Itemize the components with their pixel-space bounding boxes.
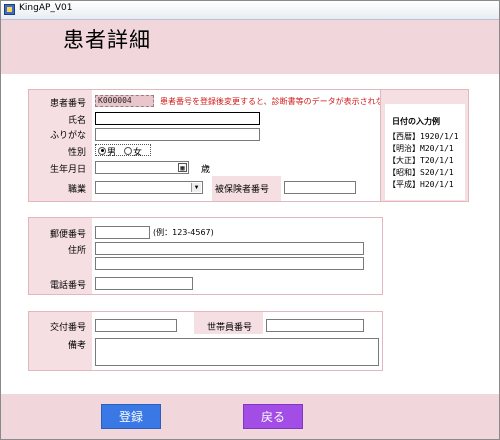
insured-number-input[interactable]: [284, 181, 356, 194]
chevron-down-icon[interactable]: ▼: [191, 183, 201, 192]
zip-input[interactable]: [95, 226, 150, 239]
phone-label: 電話番号: [49, 281, 86, 291]
main-content: 患者番号 K000004 患者番号を登録後変更すると、診断書等のデータが表示され…: [1, 74, 499, 394]
calendar-icon[interactable]: ▦: [178, 163, 187, 172]
notes-textarea[interactable]: [95, 338, 379, 366]
footer-bar: 登録 戻る: [1, 394, 499, 439]
page-header: 患者詳細: [1, 20, 499, 74]
address-panel: 郵便番号 (例：123-4567) 住所 電話番号: [28, 217, 383, 295]
title-bar: KingAP_V01: [1, 1, 499, 20]
birthdate-input[interactable]: ▦: [95, 161, 189, 174]
occupation-label: 職業: [67, 185, 86, 195]
gender-female-label: 女: [133, 148, 143, 158]
gender-label: 性別: [67, 148, 86, 158]
date-hint-box: 日付の入力例 【西暦】1920/1/1 【明治】M20/1/1 【大正】T20/…: [385, 104, 465, 200]
gender-female-radio[interactable]: [124, 146, 132, 155]
gender-male-radio[interactable]: [98, 146, 106, 155]
date-hint-title: 日付の入力例: [392, 117, 440, 126]
page-title: 患者詳細: [63, 28, 151, 52]
delivery-number-input[interactable]: [95, 319, 177, 332]
notes-label: 備考: [67, 341, 86, 351]
patient-id-label: 患者番号: [49, 99, 86, 109]
name-label: 氏名: [67, 116, 86, 126]
app-icon: [4, 4, 15, 15]
date-hint-line: 【大正】T20/1/1: [388, 156, 454, 165]
gender-male-label: 男: [107, 148, 117, 158]
phone-input[interactable]: [95, 277, 193, 290]
other-info-panel: 交付番号 世帯員番号 備考: [28, 311, 383, 371]
register-button[interactable]: 登録: [101, 404, 161, 429]
insured-number-label: 被保険者番号: [215, 185, 270, 195]
birthdate-label: 生年月日: [49, 165, 86, 175]
date-hint-line: 【西暦】1920/1/1: [388, 132, 459, 141]
date-hint-line: 【平成】H20/1/1: [388, 180, 454, 189]
app-window: KingAP_V01 患者詳細 患者番号 K000004 患者番号を登録後変更す…: [0, 0, 500, 440]
furigana-input[interactable]: [95, 128, 260, 141]
address-label: 住所: [67, 246, 86, 256]
date-hint-line: 【昭和】S20/1/1: [388, 168, 454, 177]
zip-example: (例：123-4567): [153, 228, 214, 237]
patient-id-field[interactable]: K000004: [95, 95, 154, 107]
occupation-select[interactable]: ▼: [95, 181, 203, 194]
gender-radio-group: 男 女: [95, 144, 151, 158]
household-number-label: 世帯員番号: [207, 323, 253, 333]
date-hint-line: 【明治】M20/1/1: [388, 144, 454, 153]
patient-info-panel: 患者番号 K000004 患者番号を登録後変更すると、診断書等のデータが表示され…: [28, 89, 431, 202]
name-input[interactable]: [95, 112, 260, 125]
delivery-number-label: 交付番号: [49, 323, 86, 333]
furigana-label: ふりがな: [49, 131, 86, 141]
address-input-line1[interactable]: [95, 242, 364, 255]
back-button[interactable]: 戻る: [243, 404, 303, 429]
zip-label: 郵便番号: [49, 230, 86, 240]
household-number-input[interactable]: [266, 319, 364, 332]
age-unit-label: 歳: [201, 165, 211, 175]
window-title: KingAP_V01: [19, 3, 73, 13]
date-hint-panel: 日付の入力例 【西暦】1920/1/1 【明治】M20/1/1 【大正】T20/…: [380, 89, 469, 202]
address-input-line2[interactable]: [95, 257, 364, 270]
